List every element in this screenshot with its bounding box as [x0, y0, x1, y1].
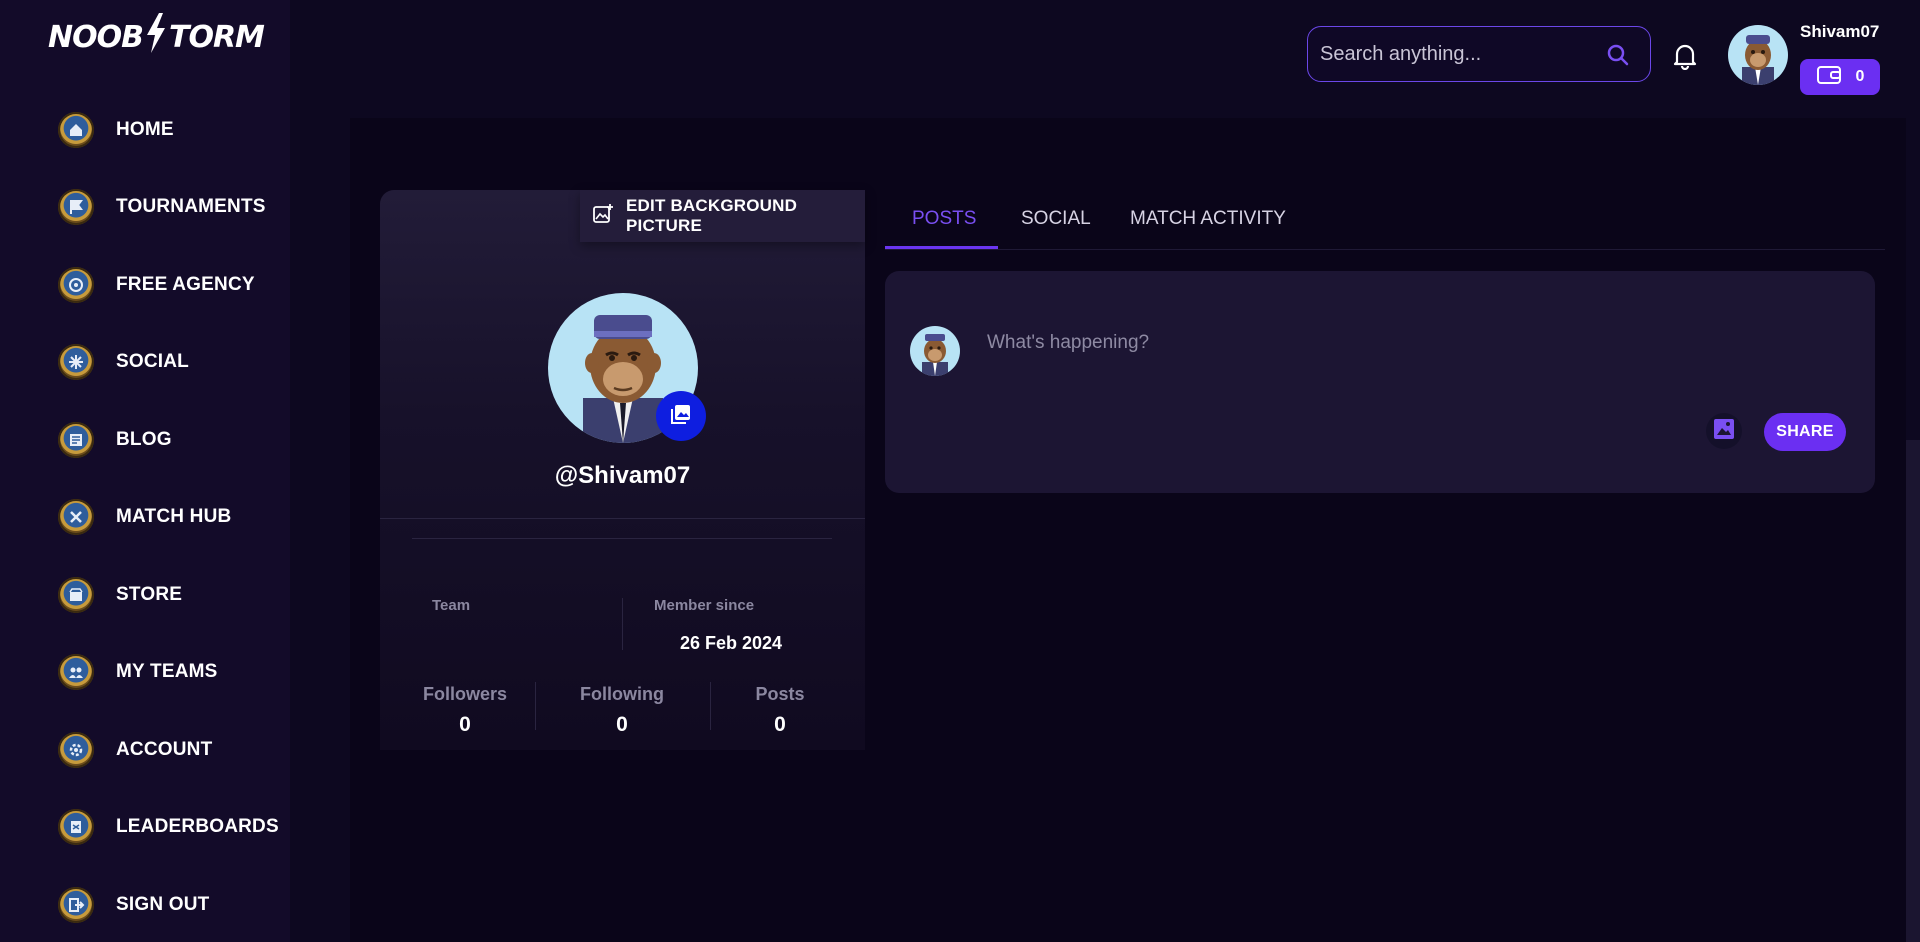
sidebar-item-social[interactable]: SOCIAL [58, 337, 288, 387]
post-composer [885, 271, 1875, 493]
share-button[interactable]: SHARE [1764, 413, 1846, 451]
tab-posts[interactable]: POSTS [912, 190, 976, 248]
leaderboard-icon [58, 809, 94, 845]
edit-background-button[interactable]: EDIT BACKGROUND PICTURE [580, 190, 865, 242]
store-icon [58, 577, 94, 613]
sidebar-item-tournaments[interactable]: TOURNAMENTS [58, 182, 288, 232]
social-icon [58, 344, 94, 380]
match-hub-icon [58, 499, 94, 535]
logo-text-b: TORM [168, 19, 265, 55]
search-bar[interactable] [1307, 26, 1651, 82]
followers-stat[interactable]: Followers 0 [390, 684, 540, 737]
sidebar-item-label: BLOG [116, 429, 172, 450]
stat-value: 0 [616, 713, 628, 736]
composer-avatar [910, 326, 960, 376]
sidebar-item-label: FREE AGENCY [116, 274, 255, 295]
divider [380, 518, 865, 519]
team-label: Team [432, 597, 471, 614]
sidebar-item-label: MY TEAMS [116, 661, 218, 682]
app-logo[interactable]: NOOB TORM [48, 13, 265, 61]
search-input[interactable] [1318, 41, 1602, 67]
sidebar-item-my-teams[interactable]: MY TEAMS [58, 647, 288, 697]
tab-social[interactable]: SOCIAL [1021, 190, 1091, 248]
sidebar-item-label: STORE [116, 584, 183, 605]
stat-label: Posts [755, 684, 805, 704]
change-avatar-button[interactable] [656, 391, 706, 441]
divider [622, 598, 623, 650]
gallery-icon [669, 402, 693, 431]
flag-icon [58, 189, 94, 225]
member-since-label: Member since [654, 597, 755, 614]
sidebar-item-label: SOCIAL [116, 351, 189, 372]
account-icon [58, 732, 94, 768]
profile-tabs: POSTS SOCIAL MATCH ACTIVITY [885, 190, 1885, 250]
sidebar-item-blog[interactable]: BLOG [58, 415, 288, 465]
posts-stat[interactable]: Posts 0 [705, 684, 855, 737]
sidebar-item-label: MATCH HUB [116, 506, 232, 527]
sidebar-item-home[interactable]: HOME [58, 105, 288, 155]
sidebar-item-label: LEADERBOARDS [116, 816, 279, 837]
stat-label: Following [580, 684, 664, 704]
tab-match-activity[interactable]: MATCH ACTIVITY [1130, 190, 1286, 248]
page-scrollbar[interactable] [1906, 440, 1920, 942]
sidebar-item-label: TOURNAMENTS [116, 196, 266, 217]
stat-label: Followers [422, 684, 507, 704]
sidebar-item-match-hub[interactable]: MATCH HUB [58, 492, 288, 542]
sidebar-item-label: SIGN OUT [116, 894, 210, 915]
wallet-icon [1816, 64, 1842, 91]
user-avatar[interactable] [1728, 25, 1788, 85]
attach-image-button[interactable] [1706, 413, 1742, 449]
sidebar-item-account[interactable]: ACCOUNT [58, 725, 288, 775]
active-tab-indicator [885, 246, 998, 249]
username[interactable]: Shivam07 [1800, 22, 1879, 42]
stat-value: 0 [774, 713, 786, 736]
home-icon [58, 112, 94, 148]
sidebar-item-store[interactable]: STORE [58, 570, 288, 620]
sidebar-item-label: ACCOUNT [116, 739, 213, 760]
notifications-bell-icon[interactable] [1672, 42, 1698, 75]
divider [535, 682, 536, 730]
logo-text-a: NOOB [48, 19, 144, 55]
following-stat[interactable]: Following 0 [547, 684, 697, 737]
post-input[interactable] [985, 327, 1829, 359]
sidebar-item-label: HOME [116, 119, 174, 140]
add-photo-icon [580, 203, 626, 230]
profile-handle: @Shivam07 [554, 462, 691, 489]
search-icon[interactable] [1606, 43, 1630, 72]
blog-icon [58, 422, 94, 458]
sidebar-item-sign-out[interactable]: SIGN OUT [58, 880, 288, 930]
teams-icon [58, 654, 94, 690]
image-icon [1712, 417, 1736, 446]
agency-icon [58, 267, 94, 303]
sidebar-item-leaderboards[interactable]: LEADERBOARDS [58, 802, 288, 852]
stat-value: 0 [459, 713, 471, 736]
wallet-balance: 0 [1855, 68, 1865, 85]
edit-background-label: EDIT BACKGROUND PICTURE [626, 196, 798, 235]
wallet-button[interactable]: 0 [1800, 59, 1880, 95]
sidebar-item-free-agency[interactable]: FREE AGENCY [58, 260, 288, 310]
lightning-bolt-icon [145, 13, 167, 61]
sidebar: NOOB TORM HOME TOURNAMENTS FREE AGENCY S… [0, 0, 290, 942]
sign-out-icon [58, 887, 94, 923]
member-since-value: 26 Feb 2024 [680, 633, 783, 653]
tabs-divider [885, 249, 1885, 250]
divider [412, 538, 832, 539]
